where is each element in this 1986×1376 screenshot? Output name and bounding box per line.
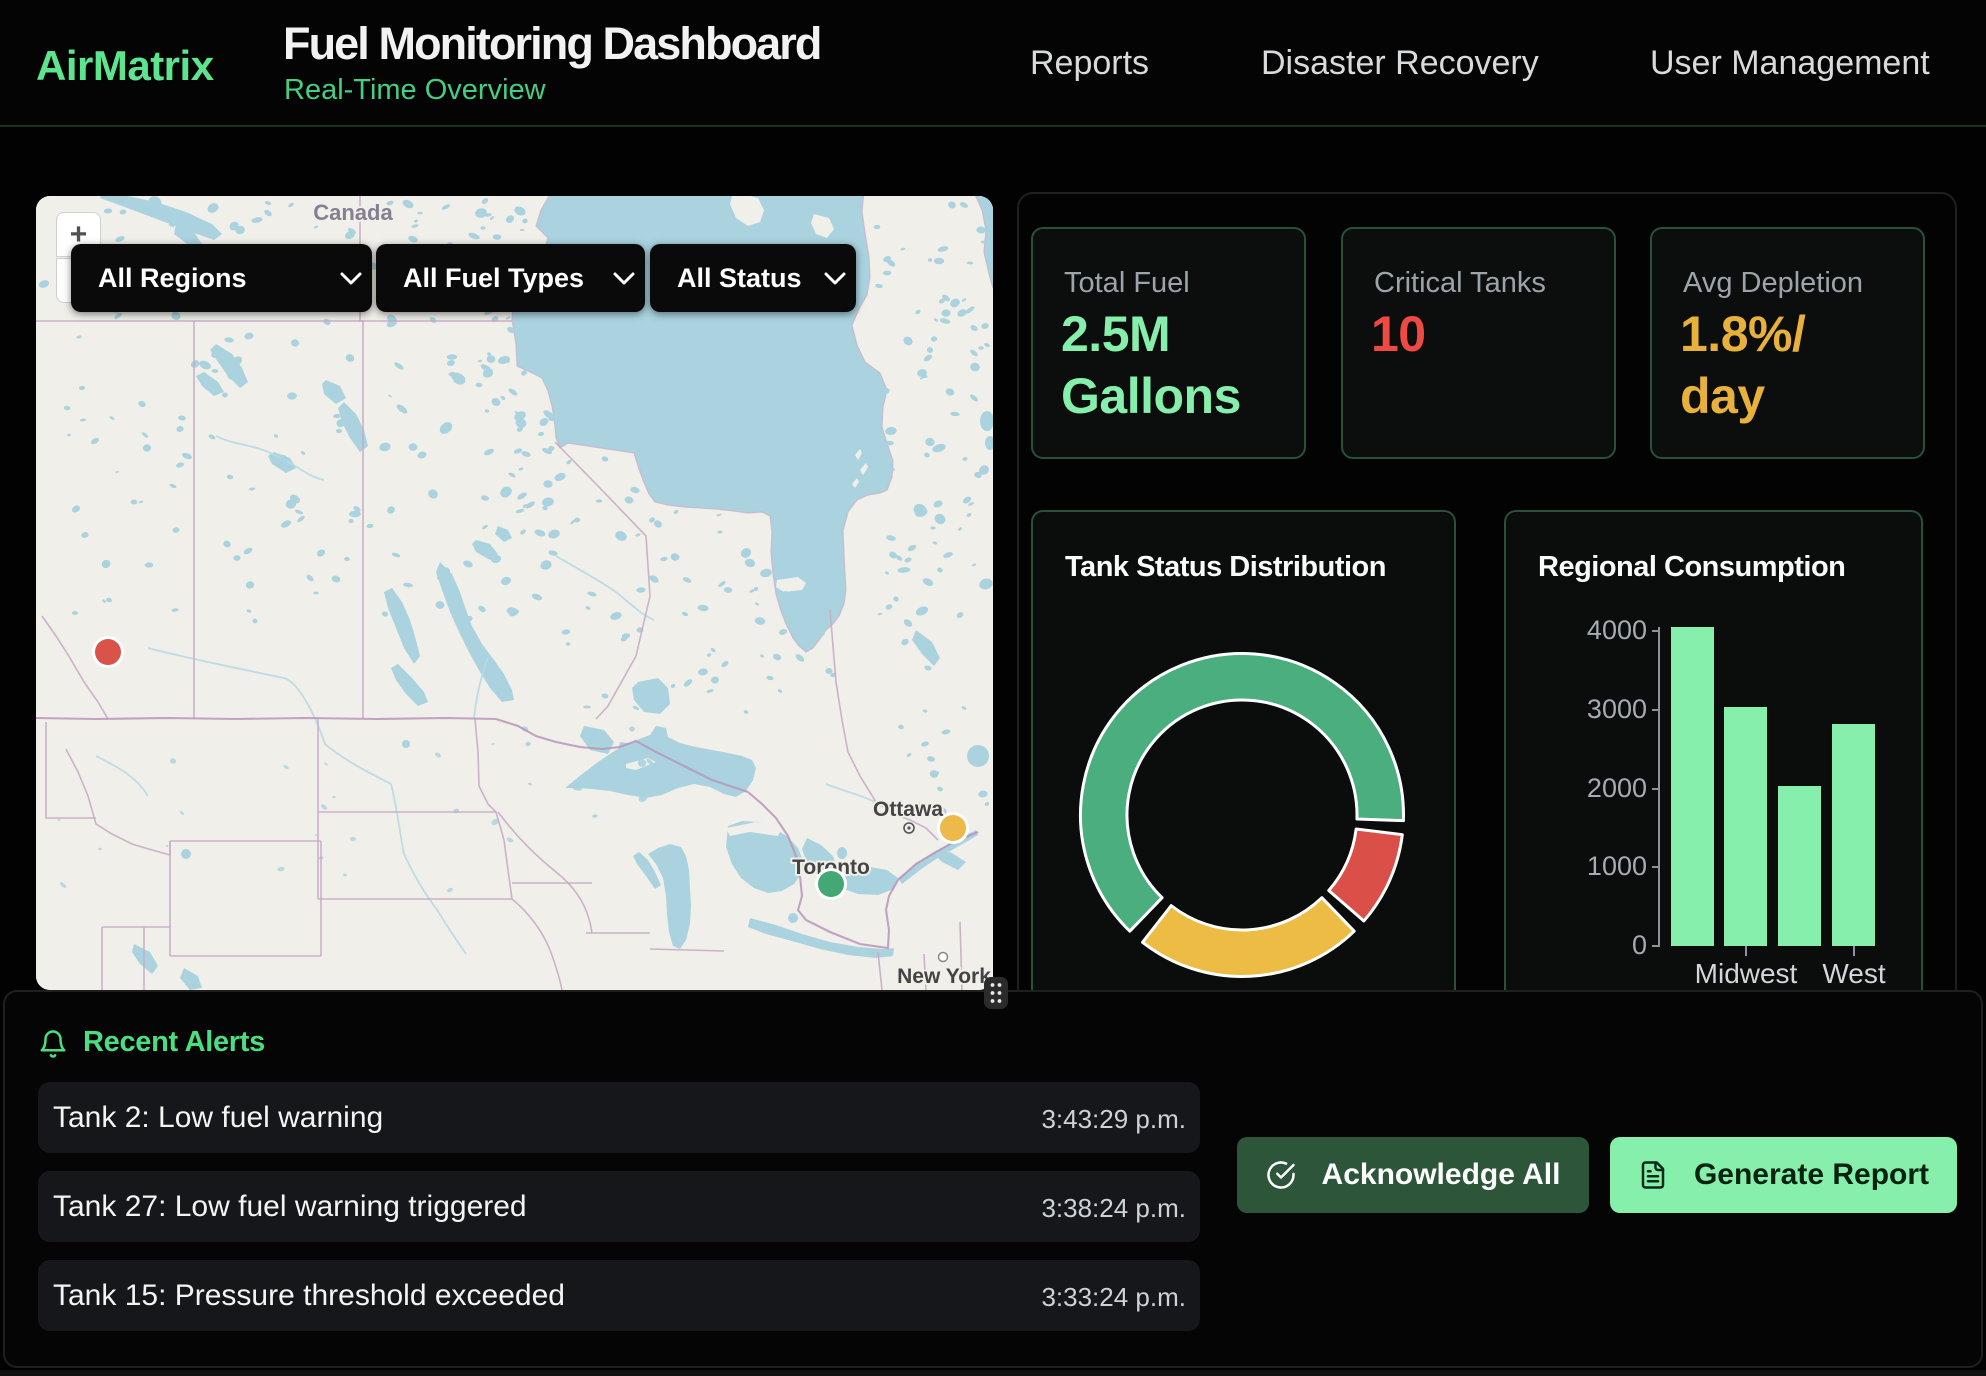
- svg-text:Ottawa: Ottawa: [873, 798, 943, 821]
- svg-text:Canada: Canada: [313, 200, 393, 225]
- svg-text:New York: New York: [897, 965, 991, 988]
